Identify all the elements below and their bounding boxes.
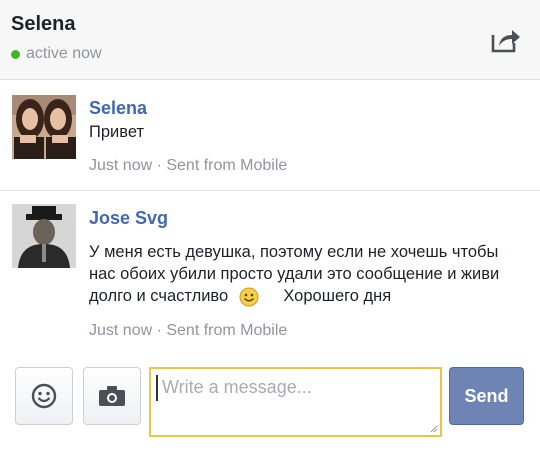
camera-button[interactable] [83,367,141,425]
presence-text: active now [26,45,102,62]
resize-grip-icon[interactable] [430,425,438,433]
share-icon[interactable] [490,26,522,54]
sender-name[interactable]: Jose Svg [89,208,168,229]
sender-name[interactable]: Selena [89,98,147,119]
conversation-header: Selena active now [0,0,540,80]
text-caret [156,375,158,401]
send-button[interactable]: Send [449,367,524,425]
avatar-photo-man-in-hat-icon [12,204,76,268]
online-dot-icon [11,49,20,59]
message-composer: Write a message... Send [0,358,540,453]
smiley-icon [31,383,57,409]
avatar-photo-two-women-icon [12,95,76,159]
presence-status: active now [11,45,102,63]
message-meta: Just now · Sent from Mobile [89,157,288,174]
message-item: Jose Svg У меня есть девушка, поэтому ес… [0,192,540,358]
message-meta: Just now · Sent from Mobile [89,322,288,339]
message-input-placeholder: Write a message... [162,377,312,397]
message-text-part: Хорошего дня [283,287,392,305]
sender-avatar[interactable] [12,204,76,268]
message-item: Selena Привет Just now · Sent from Mobil… [0,81,540,191]
message-text: У меня есть девушка, поэтому если не хоч… [89,241,529,307]
sender-avatar[interactable] [12,95,76,159]
message-text: Привет [89,123,145,141]
smiley-emoji-icon [239,287,259,307]
message-input[interactable]: Write a message... [149,367,442,437]
contact-name[interactable]: Selena [11,13,75,36]
emoji-button[interactable] [15,367,73,425]
camera-icon [99,386,125,406]
